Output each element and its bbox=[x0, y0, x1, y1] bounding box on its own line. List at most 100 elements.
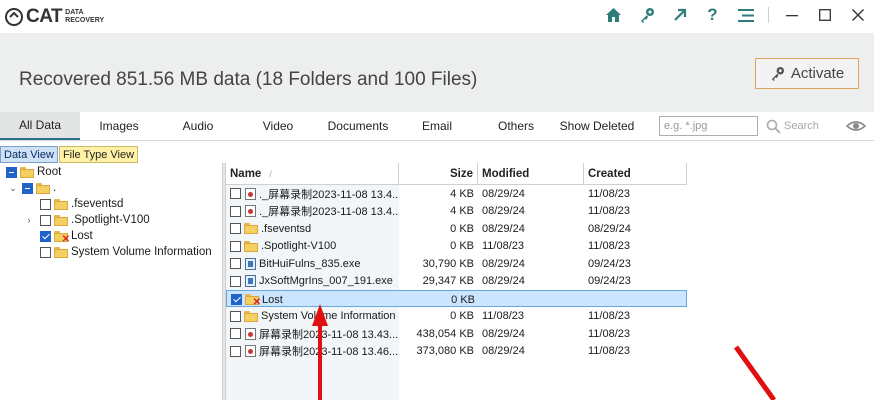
file-row[interactable]: .Spotlight-V100 0 KB 11/08/23 11/08/23 bbox=[226, 238, 687, 255]
folder-tree: Root ⌄ . .fseventsd › .Spotlight-V100 ✕ … bbox=[0, 163, 222, 400]
file-checkbox[interactable] bbox=[230, 205, 241, 217]
lost-checkbox[interactable] bbox=[40, 230, 51, 242]
file-name: .Spotlight-V100 bbox=[261, 240, 337, 252]
file-row[interactable]: JxSoftMgrIns_007_191.exe 29,347 KB 08/29/2… bbox=[226, 273, 687, 290]
column-header-name[interactable]: Name / bbox=[226, 163, 399, 185]
file-name: ._屏幕录制2023-11-08 13.4... bbox=[259, 188, 399, 201]
eye-icon[interactable] bbox=[846, 118, 866, 134]
tree-item-root[interactable]: Root bbox=[6, 164, 61, 180]
tab-images[interactable]: Images bbox=[80, 112, 158, 140]
chevron-right-icon[interactable]: › bbox=[24, 215, 34, 225]
search-icon bbox=[766, 119, 781, 134]
file-name: Lost bbox=[262, 293, 283, 306]
root-checkbox[interactable] bbox=[6, 166, 17, 178]
file-row[interactable]: .fseventsd 0 KB 08/29/24 08/29/24 bbox=[226, 220, 687, 237]
tab-video[interactable]: Video bbox=[238, 112, 318, 140]
tree-item-label: System Volume Information bbox=[71, 246, 212, 258]
search-button-label: Search bbox=[784, 120, 819, 132]
fseventsd-checkbox[interactable] bbox=[40, 198, 51, 210]
summary-header: Recovered 851.56 MB data (18 Folders and… bbox=[0, 33, 874, 112]
maximize-icon[interactable] bbox=[808, 0, 841, 30]
column-header-created[interactable]: Created bbox=[584, 163, 687, 185]
file-size: 0 KB bbox=[451, 293, 475, 306]
minimize-icon[interactable] bbox=[775, 0, 808, 30]
tree-item-lost[interactable]: ✕ Lost bbox=[40, 228, 93, 244]
tab-show-deleted[interactable]: Show Deleted bbox=[556, 112, 638, 140]
title-bar: CAT DATA RECOVERY ? bbox=[0, 0, 874, 33]
tab-documents[interactable]: Documents bbox=[318, 112, 398, 140]
folder-icon bbox=[244, 240, 258, 252]
file-modified: 08/29/24 bbox=[482, 275, 525, 287]
column-header-size[interactable]: Size bbox=[399, 163, 478, 185]
video-file-icon bbox=[245, 205, 256, 217]
file-row[interactable]: System Volume Information 0 KB 11/08/23 11/… bbox=[226, 308, 687, 325]
file-checkbox[interactable] bbox=[230, 310, 241, 322]
filter-tabs-bar: All Data Images Audio Video Documents Em… bbox=[0, 112, 874, 141]
share-arrow-icon[interactable] bbox=[663, 0, 696, 30]
column-header-modified[interactable]: Modified bbox=[478, 163, 584, 185]
tree-item-label: .fseventsd bbox=[71, 198, 124, 210]
file-size: 4 KB bbox=[450, 205, 474, 217]
tree-item-spotlight[interactable]: › .Spotlight-V100 bbox=[24, 212, 150, 228]
tree-item-dot[interactable]: ⌄ . bbox=[8, 180, 56, 196]
executable-file-icon bbox=[245, 257, 256, 270]
tab-email[interactable]: Email bbox=[398, 112, 476, 140]
folder-icon bbox=[244, 223, 258, 234]
file-checkbox[interactable] bbox=[230, 345, 241, 357]
file-name-cell: JxSoftMgrIns_007_191.exe bbox=[230, 273, 399, 290]
key-icon[interactable] bbox=[630, 0, 663, 30]
file-checkbox[interactable] bbox=[230, 258, 241, 269]
file-checkbox[interactable] bbox=[230, 188, 241, 199]
tree-item-fseventsd[interactable]: .fseventsd bbox=[40, 196, 123, 212]
tab-file-type-view[interactable]: File Type View bbox=[58, 146, 139, 163]
system-volume-checkbox[interactable] bbox=[40, 246, 51, 258]
dot-checkbox[interactable] bbox=[22, 182, 33, 194]
file-checkbox[interactable] bbox=[230, 240, 241, 252]
file-row[interactable]: 屏幕录制2023-11-08 13.43... 438,054 KB 08/29/2… bbox=[226, 325, 687, 342]
search-input[interactable]: e.g. *.jpg bbox=[659, 116, 758, 136]
tree-item-label: Lost bbox=[71, 230, 93, 242]
spotlight-checkbox[interactable] bbox=[40, 214, 51, 226]
file-size: 0 KB bbox=[450, 310, 474, 322]
logo-subtext-line1: DATA bbox=[65, 9, 84, 16]
file-created: 08/29/24 bbox=[588, 222, 631, 235]
file-checkbox[interactable] bbox=[231, 294, 242, 305]
tab-audio[interactable]: Audio bbox=[158, 112, 238, 140]
file-size: 30,790 KB bbox=[422, 257, 474, 270]
close-icon[interactable] bbox=[841, 0, 874, 30]
menu-icon[interactable] bbox=[729, 0, 762, 30]
file-modified: 08/29/24 bbox=[482, 187, 525, 200]
logo-icon bbox=[5, 8, 23, 26]
folder-icon bbox=[20, 166, 34, 178]
file-created bbox=[589, 291, 688, 308]
tab-others[interactable]: Others bbox=[476, 112, 556, 140]
file-row[interactable]: ._屏幕录制2023-11-08 13.4... 4 KB 08/29/24 11/0… bbox=[226, 185, 687, 202]
tab-all-data[interactable]: All Data bbox=[0, 112, 80, 140]
deleted-mark-icon: ✕ bbox=[252, 297, 261, 308]
tree-item-label: . bbox=[53, 182, 57, 194]
chevron-down-icon[interactable]: ⌄ bbox=[8, 183, 18, 194]
file-row[interactable]: BitHuiFulns_835.exe 30,790 KB 08/29/24 09/2… bbox=[226, 255, 687, 272]
file-row[interactable]: ✕ Lost 0 KB bbox=[226, 290, 688, 308]
home-icon[interactable] bbox=[597, 0, 630, 30]
file-size: 438,054 KB bbox=[416, 327, 475, 340]
activate-button[interactable]: Activate bbox=[755, 58, 859, 89]
file-name-cell: ._屏幕录制2023-11-08 13.4... bbox=[230, 203, 399, 220]
file-modified: 11/08/23 bbox=[482, 310, 525, 322]
column-header-name-label: Name bbox=[230, 167, 262, 180]
file-checkbox[interactable] bbox=[230, 275, 241, 287]
file-size: 4 KB bbox=[450, 187, 474, 200]
tab-data-view[interactable]: Data View bbox=[0, 146, 58, 163]
folder-icon bbox=[36, 182, 50, 194]
file-checkbox[interactable] bbox=[230, 223, 241, 234]
file-row[interactable]: 屏幕录制2023-11-08 13.46... 373,080 KB 08/29/2… bbox=[226, 343, 687, 360]
tree-item-label: Root bbox=[37, 166, 62, 178]
file-checkbox[interactable] bbox=[230, 328, 241, 339]
search-button[interactable]: Search bbox=[766, 116, 819, 136]
tree-item-system-volume[interactable]: System Volume Information bbox=[40, 244, 212, 260]
help-icon[interactable]: ? bbox=[696, 0, 729, 30]
file-name-cell: .Spotlight-V100 bbox=[230, 238, 399, 255]
file-row[interactable]: ._屏幕录制2023-11-08 13.4... 4 KB 08/29/24 11/0… bbox=[226, 203, 687, 220]
video-file-icon bbox=[245, 327, 256, 340]
file-created: 09/24/23 bbox=[588, 257, 631, 270]
